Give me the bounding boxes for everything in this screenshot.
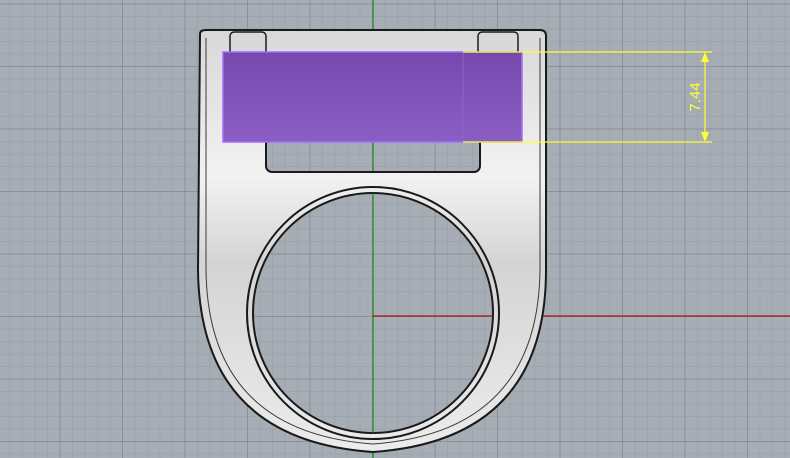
- scene-canvas[interactable]: 7.44: [0, 0, 790, 458]
- right-prong: [477, 31, 519, 55]
- dimension-arrow-bottom: [701, 132, 709, 142]
- dimension-arrow-top: [701, 52, 709, 62]
- dimension-value: 7.44: [687, 82, 704, 111]
- viewport-top[interactable]: 7.44: [0, 0, 790, 458]
- left-prong: [229, 31, 267, 55]
- selected-box[interactable]: [222, 51, 523, 143]
